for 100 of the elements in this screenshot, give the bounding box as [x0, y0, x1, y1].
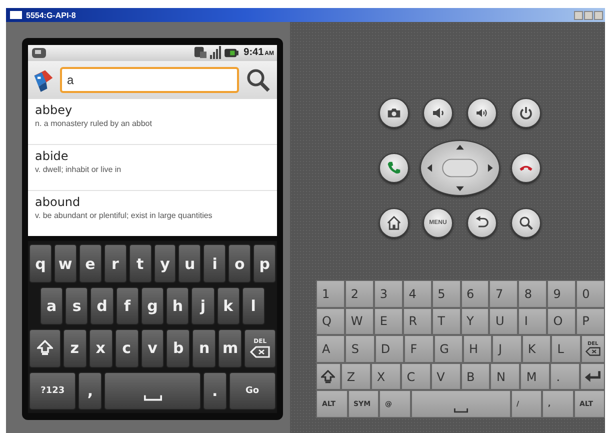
keyboard-key[interactable]: 3: [374, 280, 403, 308]
keyboard-key[interactable]: b: [166, 329, 190, 368]
keyboard-key[interactable]: e: [78, 244, 102, 283]
power-button[interactable]: [511, 98, 541, 128]
keyboard-key[interactable]: [29, 329, 61, 368]
keyboard-key[interactable]: o: [228, 244, 252, 283]
keyboard-key[interactable]: X: [370, 362, 401, 390]
result-item[interactable]: abbey n. a monastery ruled by an abbot: [28, 98, 277, 146]
camera-button[interactable]: [379, 98, 409, 128]
keyboard-key[interactable]: l: [242, 286, 265, 326]
keyboard-key[interactable]: 1: [316, 280, 345, 308]
volume-down-icon: [431, 106, 445, 120]
keyboard-key[interactable]: t: [128, 244, 152, 283]
volume-up-button[interactable]: [467, 98, 497, 128]
enter-icon: [584, 370, 602, 384]
notification-icon: [31, 46, 47, 59]
keyboard-key[interactable]: A: [316, 335, 346, 363]
keyboard-key[interactable]: 4: [402, 280, 432, 308]
keyboard-key[interactable]: s: [65, 286, 88, 326]
keyboard-key[interactable]: Y: [460, 308, 490, 336]
result-word: abound: [35, 195, 80, 210]
signal-icon: [208, 46, 222, 60]
keyboard-key[interactable]: R: [402, 308, 432, 336]
keyboard-key[interactable]: k: [216, 286, 240, 326]
keyboard-key[interactable]: d: [90, 286, 114, 326]
home-button[interactable]: [379, 208, 409, 238]
keyboard-key[interactable]: h: [166, 286, 190, 326]
keyboard-key[interactable]: B: [460, 362, 490, 390]
keyboard-key[interactable]: n: [192, 329, 216, 368]
shift-icon: [321, 370, 336, 384]
keyboard-key[interactable]: c: [114, 329, 138, 368]
phone-icon: [387, 160, 401, 174]
keyboard-key[interactable]: g: [140, 286, 164, 326]
keyboard-key[interactable]: G: [434, 335, 464, 363]
keyboard-key[interactable]: I: [518, 308, 548, 336]
dpad-control[interactable]: [420, 140, 500, 196]
keyboard-key[interactable]: j: [191, 286, 215, 326]
keyboard-key[interactable]: 9: [547, 280, 576, 308]
window-title: 5554:G-API-8: [26, 10, 77, 20]
keyboard-key[interactable]: F: [404, 335, 434, 363]
keyboard-key[interactable]: M: [520, 362, 550, 390]
result-definition: v. dwell; inhabit or live in: [35, 165, 122, 174]
keyboard-key[interactable]: 6: [460, 280, 490, 308]
call-button[interactable]: [379, 152, 409, 182]
search-field[interactable]: a: [60, 66, 239, 93]
keyboard-key[interactable]: T: [432, 308, 461, 336]
keyboard-key[interactable]: Q: [316, 308, 345, 336]
keyboard-key[interactable]: 0: [576, 280, 606, 308]
keyboard-key[interactable]: a: [40, 286, 64, 326]
keyboard-key[interactable]: 8: [518, 280, 548, 308]
search-icon: [246, 68, 270, 92]
keyboard-key[interactable]: L: [551, 335, 581, 363]
result-definition: n. a monastery ruled by an abbot: [35, 118, 152, 128]
result-item[interactable]: abide v. dwell; inhabit or live in: [28, 145, 277, 192]
keyboard-key[interactable]: J: [492, 335, 522, 363]
keyboard-key[interactable]: 2: [344, 280, 374, 308]
keyboard-key[interactable]: N: [490, 362, 520, 390]
back-button[interactable]: [467, 208, 497, 238]
keyboard-key[interactable]: H: [463, 335, 492, 363]
keyboard-key[interactable]: K: [522, 335, 552, 363]
keyboard-key[interactable]: D: [374, 335, 404, 363]
volume-down-button[interactable]: [423, 98, 453, 128]
keyboard-key[interactable]: ,: [78, 372, 102, 410]
keyboard-key[interactable]: y: [154, 244, 176, 283]
keyboard-key[interactable]: Z: [340, 362, 371, 390]
keyboard-key[interactable]: i: [203, 244, 226, 283]
keyboard-key[interactable]: [580, 362, 606, 390]
result-item[interactable]: abound v. be abundant or plentiful; exist in large quantities: [28, 191, 277, 236]
keyboard-key[interactable]: v: [140, 329, 164, 368]
keyboard-key[interactable]: Go: [228, 372, 276, 410]
keyboard-key[interactable]: [316, 362, 341, 390]
keyboard-key[interactable]: 7: [489, 280, 518, 308]
keyboard-key[interactable]: 5: [432, 280, 461, 308]
end-call-button[interactable]: [511, 152, 541, 182]
keyboard-key[interactable]: C: [400, 362, 431, 390]
keyboard-key[interactable]: O: [547, 308, 576, 336]
keyboard-key[interactable]: P: [576, 308, 606, 336]
shift-icon: [36, 340, 53, 356]
keyboard-key[interactable]: W: [344, 308, 374, 336]
keyboard-key[interactable]: .: [550, 362, 580, 390]
keyboard-key[interactable]: z: [62, 329, 87, 368]
keyboard-key[interactable]: V: [430, 362, 461, 390]
keyboard-key[interactable]: q: [29, 244, 52, 283]
space-icon: [144, 394, 162, 401]
keyboard-key[interactable]: p: [253, 244, 276, 283]
keyboard-key[interactable]: r: [104, 244, 127, 283]
keyboard-key[interactable]: .: [203, 372, 227, 410]
keyboard-key[interactable]: f: [116, 286, 139, 326]
keyboard-key[interactable]: x: [88, 329, 113, 368]
keyboard-key[interactable]: ?123: [29, 372, 76, 410]
keyboard-key[interactable]: w: [54, 244, 77, 283]
keyboard-key[interactable]: U: [489, 308, 518, 336]
keyboard-key[interactable]: E: [374, 308, 403, 336]
backspace-icon: [250, 346, 270, 358]
result-word: abbey: [35, 102, 72, 117]
keyboard-key[interactable]: m: [218, 329, 242, 368]
home-icon: [387, 216, 401, 230]
keyboard-key[interactable]: u: [178, 244, 202, 283]
search-button[interactable]: [511, 208, 541, 238]
keyboard-key[interactable]: S: [345, 335, 375, 363]
